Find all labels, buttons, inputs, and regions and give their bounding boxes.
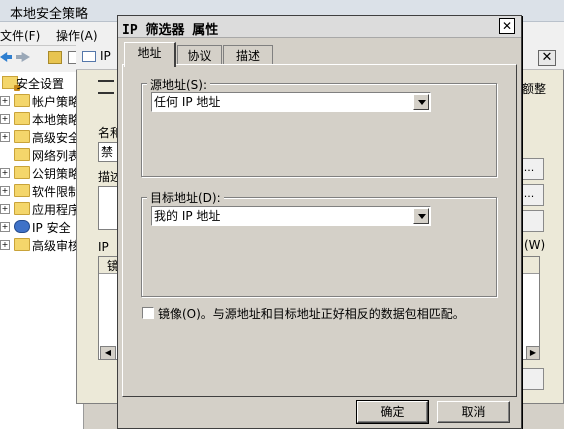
tree-item[interactable]: + 帐户策略 [0, 92, 83, 110]
mirror-label: 镜像(O)。与源地址和目标地址正好相反的数据包相匹配。 [158, 307, 465, 321]
bg-list-header: 镜 [99, 257, 119, 274]
tree-item[interactable]: + 高级审核 [0, 236, 83, 254]
chevron-down-icon[interactable] [413, 94, 429, 110]
expand-icon[interactable]: + [0, 168, 10, 178]
tree-item[interactable]: + 本地策略 [0, 110, 83, 128]
tree-item[interactable]: + 应用程序 [0, 200, 83, 218]
ok-button[interactable]: 确定 [356, 400, 429, 424]
tree-item-label: 本地策略 [32, 113, 81, 127]
folder-icon [14, 184, 30, 197]
background-dialog-title: IP [100, 49, 111, 63]
back-arrow-icon[interactable] [0, 52, 12, 62]
bg-list-right[interactable] [522, 256, 540, 360]
destination-address-select[interactable]: 我的 IP 地址 [151, 206, 431, 226]
folder-icon [14, 130, 30, 143]
chevron-down-icon[interactable] [413, 208, 429, 224]
tree-item[interactable]: 安全设置 [0, 74, 83, 92]
dialog-title: IP 筛选器 属性 [122, 23, 219, 38]
close-icon[interactable]: ✕ [499, 18, 515, 34]
console-tree: 安全设置 + 帐户策略 + 本地策略 + 高级安全网络列表 + 公钥策略 + 软件限制 + 应用程序 + I… [0, 72, 84, 429]
tree-item[interactable]: 网络列表 [0, 146, 83, 164]
expand-icon[interactable]: + [0, 222, 10, 232]
shield-icon [14, 220, 30, 233]
folder-icon [14, 238, 30, 251]
tree-item-label: 安全设置 [16, 77, 65, 91]
bg-w-label: (W) [524, 238, 546, 252]
folder-icon [14, 202, 30, 215]
cancel-button[interactable]: 取消 [437, 401, 510, 423]
expand-icon[interactable]: + [0, 204, 10, 214]
menu-file[interactable]: 文件(F) [0, 27, 40, 44]
folder-icon [14, 94, 30, 107]
bg-ip-label: IP [98, 240, 109, 254]
expand-icon[interactable]: + [0, 186, 10, 196]
expand-icon[interactable]: + [0, 132, 10, 142]
source-address-value: 任何 IP 地址 [154, 95, 221, 109]
menu-action[interactable]: 操作(A) [56, 27, 98, 44]
source-address-select[interactable]: 任何 IP 地址 [151, 92, 431, 112]
tree-item-label: 应用程序 [32, 203, 81, 217]
destination-address-value: 我的 IP 地址 [154, 209, 221, 223]
tree-item[interactable]: + 高级安全 [0, 128, 83, 146]
tree-item-label: 高级审核 [32, 239, 81, 253]
up-folder-icon[interactable] [48, 51, 62, 64]
tree-item[interactable]: + 公钥策略 [0, 164, 83, 182]
tree-item-label: 软件限制 [32, 185, 81, 199]
mirror-checkbox[interactable] [142, 307, 154, 319]
tree-item-label: 帐户策略 [32, 95, 81, 109]
dialog-icon [82, 51, 96, 62]
bg-name-value: 禁 [101, 145, 114, 159]
scroll-right-icon[interactable]: ▶ [526, 346, 540, 360]
tree-item-label: 网络列表 [32, 149, 81, 163]
folder-icon [14, 148, 30, 161]
bg-right-label: 额整 [522, 82, 547, 96]
expand-icon[interactable]: + [0, 114, 10, 124]
forward-arrow-icon[interactable] [16, 52, 30, 62]
tree-item-label: IP 安全 [32, 221, 71, 235]
main-window-title: 本地安全策略 [10, 7, 89, 22]
scroll-left-icon[interactable]: ◀ [100, 346, 116, 360]
dialog-titlebar: IP 筛选器 属性 [118, 16, 521, 38]
expand-icon[interactable]: + [0, 96, 10, 106]
destination-address-label: 目标地址(D): [147, 189, 224, 206]
tree-item[interactable]: + IP 安全 [0, 218, 83, 236]
tree-item-label: 公钥策略 [32, 167, 81, 181]
tab-address[interactable]: 地址 [124, 42, 176, 67]
folder-icon [14, 166, 30, 179]
expand-icon[interactable]: + [0, 240, 10, 250]
background-close-button[interactable]: ✕ [538, 50, 556, 66]
filter-list-icon [98, 80, 114, 94]
source-address-label: 源地址(S): [147, 76, 211, 93]
tree-item-label: 高级安全 [32, 131, 81, 145]
folder-icon [14, 112, 30, 125]
tree-item[interactable]: + 软件限制 [0, 182, 83, 200]
